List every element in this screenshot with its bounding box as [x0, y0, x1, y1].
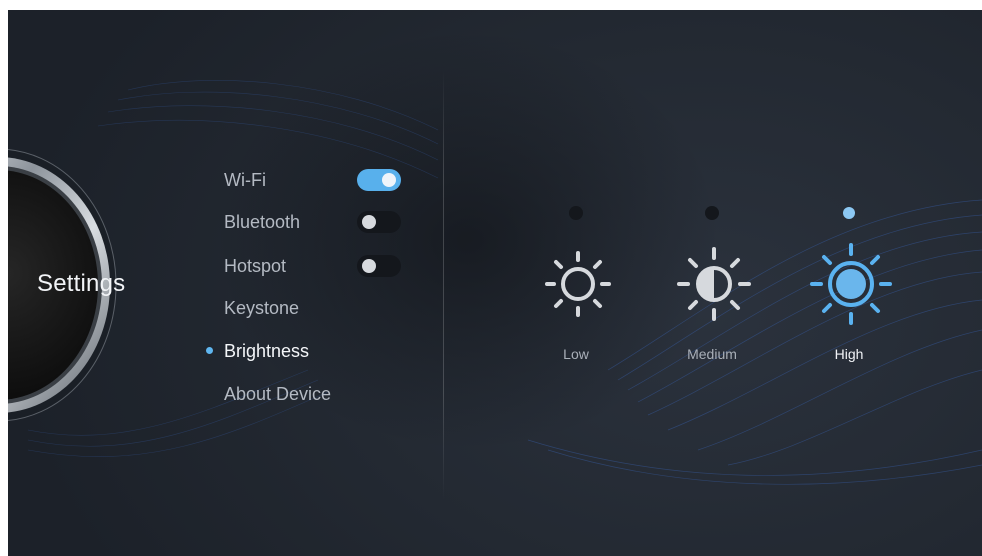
menu-item-label: Brightness — [224, 341, 310, 361]
menu-item-label: About Device — [224, 384, 332, 404]
active-indicator-dot — [206, 347, 213, 354]
brightness-option-label: Low — [563, 346, 589, 362]
brightness-option-label: Medium — [687, 346, 737, 362]
selection-indicator — [843, 207, 855, 219]
menu-item-about-device[interactable]: About Device — [224, 381, 331, 407]
menu-item-keystone[interactable]: Keystone — [224, 295, 299, 321]
settings-screen: Settings Wi-Fi Bluetooth Hotspot Keyston… — [8, 10, 982, 556]
toggle-knob — [382, 173, 396, 187]
menu-item-label: Keystone — [224, 298, 300, 318]
page-title: Settings — [37, 270, 126, 297]
sun-half-icon — [677, 247, 751, 321]
menu-item-label: Wi-Fi — [224, 170, 266, 190]
bluetooth-toggle[interactable] — [357, 211, 401, 233]
menu-item-label: Hotspot — [224, 256, 287, 276]
panel-divider — [443, 70, 444, 500]
toggle-knob — [362, 259, 376, 273]
menu-item-wifi[interactable]: Wi-Fi — [224, 167, 401, 193]
menu-item-hotspot[interactable]: Hotspot — [224, 253, 401, 279]
menu-item-bluetooth[interactable]: Bluetooth — [224, 209, 401, 235]
menu-item-label: Bluetooth — [224, 212, 301, 232]
selection-indicator — [705, 206, 719, 220]
brightness-option-medium[interactable]: Medium — [654, 202, 774, 372]
wifi-toggle[interactable] — [357, 169, 401, 191]
brightness-option-low[interactable]: Low — [518, 202, 638, 372]
selection-indicator — [569, 206, 583, 220]
brightness-option-high[interactable]: High — [791, 202, 911, 372]
toggle-knob — [362, 215, 376, 229]
sun-filled-icon — [810, 243, 892, 325]
brightness-option-label: High — [834, 346, 864, 362]
sun-outline-icon — [545, 251, 611, 317]
hotspot-toggle[interactable] — [357, 255, 401, 277]
menu-item-brightness[interactable]: Brightness — [206, 338, 310, 364]
